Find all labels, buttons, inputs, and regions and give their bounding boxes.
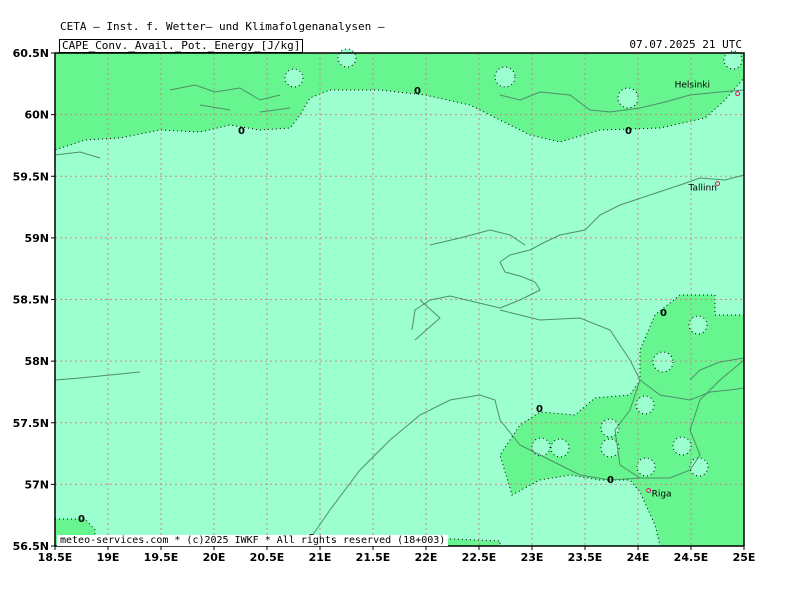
lon-tick-label: 23E bbox=[521, 551, 544, 564]
lon-tick-label: 20.5E bbox=[250, 551, 285, 564]
contour-label: 0 bbox=[536, 404, 543, 415]
lon-tick-label: 19E bbox=[97, 551, 120, 564]
copyright-footer: meteo-services.com * (c)2025 IWKF * All … bbox=[57, 535, 449, 546]
cape-hole bbox=[635, 395, 655, 415]
lon-tick-label: 19.5E bbox=[144, 551, 179, 564]
lat-tick-label: 60N bbox=[24, 109, 49, 122]
city-label: Riga bbox=[652, 490, 672, 500]
lon-tick-label: 25E bbox=[733, 551, 756, 564]
cape-hole bbox=[652, 351, 674, 373]
contour-label: 0 bbox=[625, 126, 632, 137]
lon-tick-label: 23.5E bbox=[568, 551, 603, 564]
cape-hole bbox=[672, 436, 692, 456]
contour-label: 0 bbox=[238, 126, 245, 137]
lat-tick-label: 57N bbox=[24, 478, 49, 491]
lat-tick-label: 58.5N bbox=[13, 294, 49, 307]
lat-tick-label: 59.5N bbox=[13, 170, 49, 183]
lon-tick-label: 24E bbox=[627, 551, 650, 564]
contour-label: 0 bbox=[607, 475, 614, 486]
cape-hole bbox=[284, 68, 304, 88]
contour-label: 0 bbox=[660, 308, 667, 319]
lon-tick-label: 22.5E bbox=[462, 551, 497, 564]
lat-tick-label: 57.5N bbox=[13, 417, 49, 430]
cape-hole bbox=[337, 48, 357, 68]
cape-hole bbox=[617, 87, 639, 109]
cape-hole bbox=[688, 315, 708, 335]
lat-tick-label: 59N bbox=[24, 232, 49, 245]
cape-hole bbox=[636, 457, 656, 477]
lat-tick-label: 60.5N bbox=[13, 47, 49, 60]
lon-tick-label: 24.5E bbox=[674, 551, 709, 564]
lon-tick-label: 20E bbox=[203, 551, 226, 564]
lon-tick-label: 21.5E bbox=[356, 551, 391, 564]
city-label: Helsinki bbox=[675, 81, 710, 91]
cape-hole bbox=[494, 66, 516, 88]
map-canvas: 18.5E 19E 19.5E 20E 20.5E 21E 21.5E 22E 22.5E 23E… bbox=[13, 47, 756, 564]
cape-hole bbox=[689, 457, 709, 477]
lon-tick-label: 22E bbox=[415, 551, 438, 564]
city-label: Tallinn bbox=[688, 184, 717, 194]
lat-tick-label: 58N bbox=[24, 355, 49, 368]
lat-tick-label: 56.5N bbox=[13, 540, 49, 553]
lon-tick-label: 21E bbox=[309, 551, 332, 564]
cape-hole bbox=[531, 437, 551, 457]
contour-label: 0 bbox=[414, 86, 421, 97]
cape-hole bbox=[550, 438, 570, 458]
contour-label: 0 bbox=[78, 514, 85, 525]
